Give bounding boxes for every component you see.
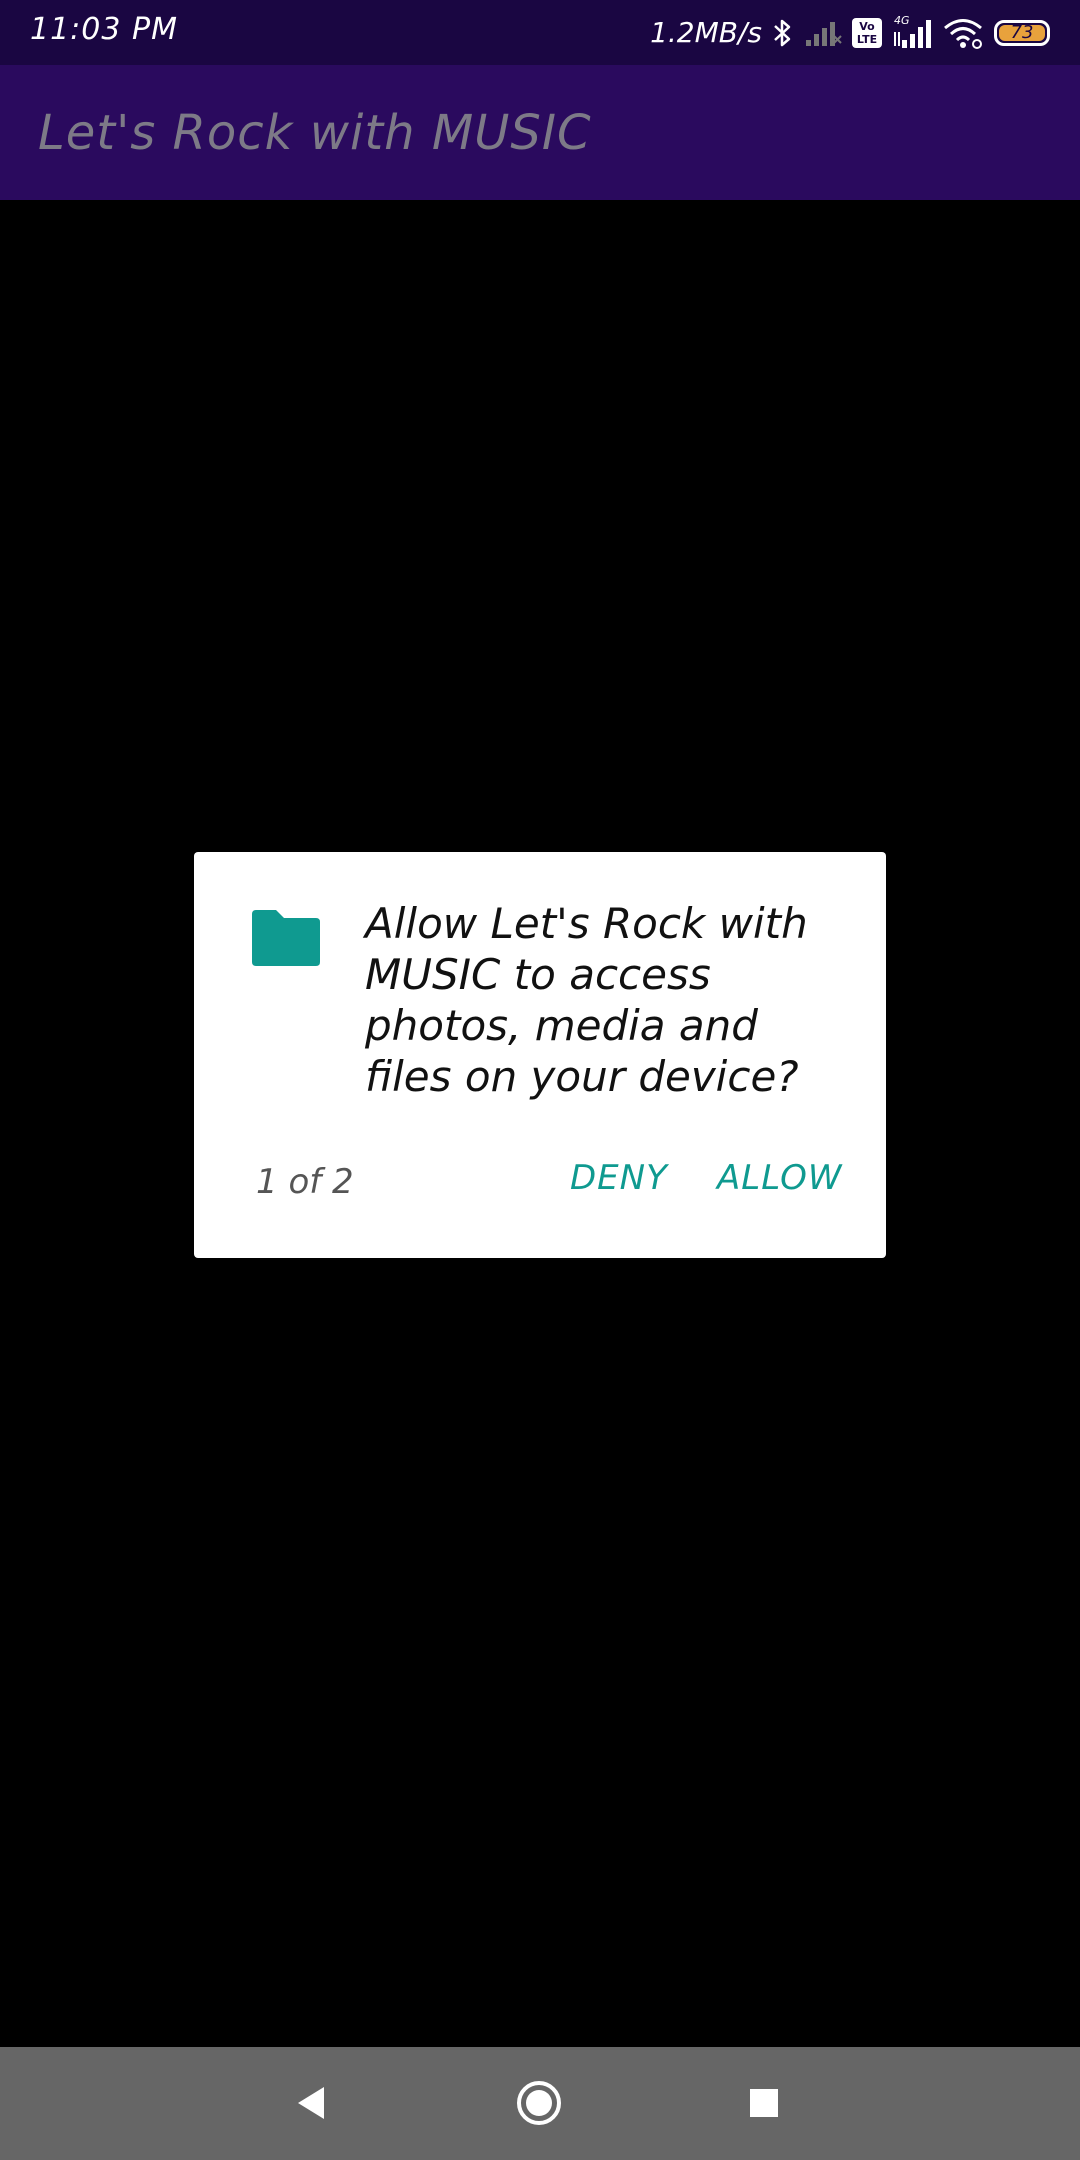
signal-4g-icon: 4G xyxy=(892,14,932,50)
status-bar: 11:03 PM 1.2MB/s Vo LTE 4G 73 xyxy=(0,0,1080,65)
back-icon[interactable] xyxy=(284,2075,340,2131)
status-icons: 1.2MB/s Vo LTE 4G 73 xyxy=(650,10,1050,55)
home-icon[interactable] xyxy=(511,2075,567,2131)
app-title: Let's Rock with MUSIC xyxy=(38,105,592,161)
status-time: 11:03 PM xyxy=(30,12,178,47)
screen: 11:03 PM 1.2MB/s Vo LTE 4G 73 Let's Rock… xyxy=(0,0,1080,2160)
permission-dialog: Allow Let's Rock with MUSIC to access ph… xyxy=(194,852,886,1258)
deny-button[interactable]: DENY xyxy=(570,1158,668,1198)
navigation-bar xyxy=(0,2047,1080,2160)
volte-label-top: Vo xyxy=(859,19,875,33)
allow-button[interactable]: ALLOW xyxy=(717,1158,842,1198)
dialog-counter: 1 of 2 xyxy=(256,1162,354,1202)
volte-icon: Vo LTE xyxy=(852,17,882,48)
recents-icon[interactable] xyxy=(736,2075,792,2131)
battery-icon: 73 xyxy=(994,19,1050,46)
net-speed: 1.2MB/s xyxy=(650,16,762,49)
dialog-message: Allow Let's Rock with MUSIC to access ph… xyxy=(365,899,808,1101)
volte-label-bottom: LTE xyxy=(856,32,878,46)
wifi-icon xyxy=(942,17,984,49)
app-bar: Let's Rock with MUSIC xyxy=(0,65,1080,200)
bluetooth-icon xyxy=(772,17,794,49)
folder-icon xyxy=(248,908,322,968)
battery-level: 73 xyxy=(999,22,1045,43)
signal-icon xyxy=(804,18,842,48)
